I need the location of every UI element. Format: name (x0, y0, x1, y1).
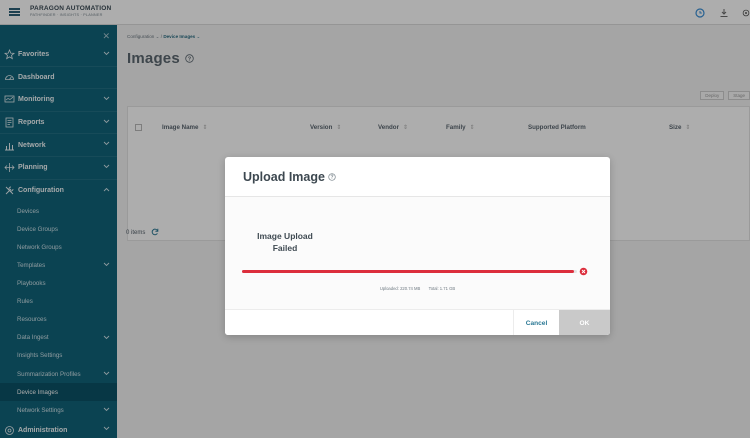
upload-stats: Uploaded: 220.74 MB Total: 1.71 GB (225, 286, 610, 291)
uploaded-value: 220.74 MB (400, 286, 421, 291)
upload-status-line2: Failed (272, 243, 298, 253)
help-icon[interactable]: ? (328, 170, 336, 184)
dialog-body: Image Upload Failed Uploaded: 220.74 MB … (225, 197, 610, 309)
uploaded-label: Uploaded: (379, 286, 399, 291)
dialog-title: Upload Image ? (243, 170, 336, 184)
cancel-button[interactable]: Cancel (513, 310, 559, 335)
ok-button[interactable]: OK (559, 310, 610, 335)
svg-text:?: ? (330, 175, 333, 181)
upload-status-line1: Image Upload (257, 231, 313, 241)
upload-progress-bar (242, 270, 577, 273)
upload-image-dialog: Upload Image ? Image Upload Failed Uploa… (225, 157, 610, 335)
error-icon (578, 266, 589, 277)
total-value: 1.71 GB (439, 286, 456, 291)
dialog-title-text: Upload Image (243, 170, 325, 184)
dialog-header: Upload Image ? (225, 157, 610, 197)
upload-status: Image Upload Failed (245, 230, 325, 254)
dialog-footer: Cancel OK (225, 309, 610, 335)
upload-progress-fill (242, 270, 574, 273)
total-label: Total: (428, 286, 439, 291)
